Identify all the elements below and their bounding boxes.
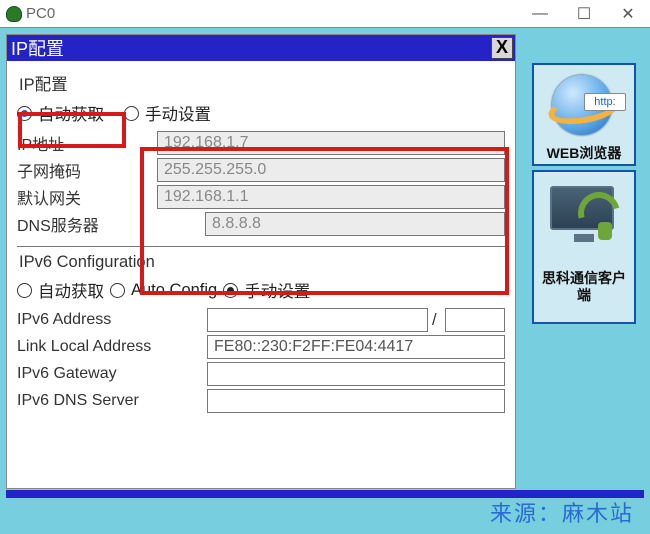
ipv6-manual-label: 手动设置 [244,278,310,302]
ipv6-autoconfig-label: Auto Config [131,281,217,300]
ipv6-auto-radio[interactable] [17,283,32,298]
default-gateway-input[interactable] [157,185,505,209]
ipv6-autoconfig-radio[interactable] [110,283,125,298]
ipv4-mode-row: 自动获取 手动设置 [17,101,505,125]
section-divider [17,246,505,247]
window-title: PC0 [26,5,55,22]
web-browser-shortcut[interactable]: http: WEB浏览器 [532,63,636,166]
ipv6-link-local-label: Link Local Address [17,338,207,356]
http-badge: http: [584,93,626,111]
subnet-mask-label: 子网掩码 [17,158,157,182]
ipv6-address-input[interactable] [207,308,428,332]
ipv6-dns-label: IPv6 DNS Server [17,392,207,410]
ipv4-manual-label: 手动设置 [145,101,211,125]
watermark-text: 来源：麻木站 [490,496,634,528]
ip-config-window: IP配置 X IP配置 自动获取 手动设置 IP地址 子网掩码 默认网关 [6,34,516,489]
subnet-mask-input[interactable] [157,158,505,182]
ipv6-manual-radio[interactable] [223,283,238,298]
default-gateway-label: 默认网关 [17,185,157,209]
ipv4-auto-radio[interactable] [17,106,32,121]
ipv4-manual-radio[interactable] [124,106,139,121]
ipv4-group-label: IP配置 [19,71,505,95]
cisco-client-shortcut[interactable]: 思科通信客户端 [532,170,636,324]
ipv6-group-label: IPv6 Configuration [19,253,505,272]
prefix-slash: / [432,311,437,330]
cisco-client-label: 思科通信客户端 [536,270,632,304]
ipv6-gateway-input[interactable] [207,362,505,386]
ip-address-input[interactable] [157,131,505,155]
cisco-client-icon [542,178,626,266]
ip-config-body: IP配置 自动获取 手动设置 IP地址 子网掩码 默认网关 DNS [7,61,515,424]
dns-server-label: DNS服务器 [17,212,157,236]
ipv6-dns-input[interactable] [207,389,505,413]
window-controls: — ☐ ✕ [518,0,650,28]
outer-window: PC0 — ☐ ✕ IP配置 X IP配置 自动获取 手动设置 IP地址 [0,0,650,534]
ipv6-auto-label: 自动获取 [38,278,104,302]
right-panel: http: WEB浏览器 思科通信客户端 [528,63,640,324]
outer-titlebar: PC0 — ☐ ✕ [0,0,650,28]
ip-config-close-button[interactable]: X [491,37,513,59]
dns-server-input[interactable] [205,212,505,236]
ipv6-address-label: IPv6 Address [17,311,207,329]
ipv6-link-local-input[interactable] [207,335,505,359]
ipv6-prefix-input[interactable] [445,308,505,332]
ipv4-auto-label: 自动获取 [38,101,104,125]
ip-config-title: IP配置 [11,35,64,61]
close-button[interactable]: ✕ [606,0,650,28]
web-browser-icon: http: [542,71,626,141]
app-icon [6,6,22,22]
ipv6-gateway-label: IPv6 Gateway [17,365,207,383]
minimize-button[interactable]: — [518,0,562,28]
ip-config-titlebar: IP配置 X [7,35,515,61]
ipv6-mode-row: 自动获取 Auto Config 手动设置 [17,278,505,302]
web-browser-label: WEB浏览器 [536,145,632,162]
maximize-button[interactable]: ☐ [562,0,606,28]
ip-address-label: IP地址 [17,131,157,155]
